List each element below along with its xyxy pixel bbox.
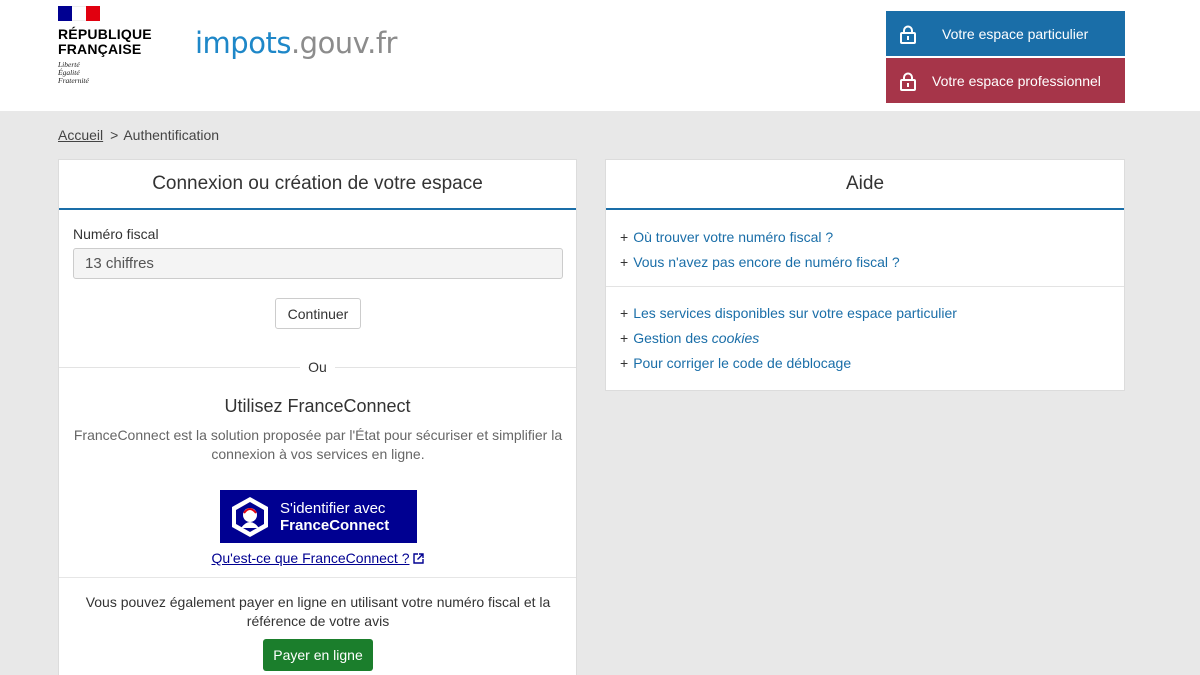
pay-online-button[interactable]: Payer en ligne — [263, 639, 373, 671]
french-flag-icon — [58, 6, 100, 21]
help-link-available-services[interactable]: + Les services disponibles sur votre espa… — [620, 301, 1124, 326]
professional-space-button[interactable]: Votre espace professionnel — [886, 58, 1125, 103]
site-logo[interactable]: impots.gouv.fr — [195, 26, 397, 60]
republic-motto: Liberté Égalité Fraternité — [58, 60, 89, 85]
help-link-unlock-code[interactable]: + Pour corriger le code de déblocage — [620, 351, 1124, 376]
help-link-no-fiscal-number[interactable]: + Vous n'avez pas encore de numéro fiscal… — [620, 250, 1124, 275]
pay-online-description: Vous pouvez également payer en ligne en … — [85, 594, 551, 629]
help-link-cookies[interactable]: + Gestion des cookies — [620, 326, 1124, 351]
breadcrumb: Accueil > Authentification — [58, 127, 219, 143]
lock-icon — [900, 72, 916, 91]
continue-button[interactable]: Continuer — [275, 298, 361, 329]
help-link-find-fiscal-number[interactable]: + Où trouver votre numéro fiscal ? — [620, 225, 1124, 250]
franceconnect-title: Utilisez FranceConnect — [224, 396, 411, 416]
fiscal-number-label: Numéro fiscal — [73, 226, 159, 242]
help-card: Aide + Où trouver votre numéro fiscal ? +… — [605, 159, 1125, 391]
login-card: Connexion ou création de votre espace Nu… — [58, 159, 577, 675]
breadcrumb-separator: > — [110, 127, 119, 143]
login-card-title: Connexion ou création de votre espace — [59, 160, 576, 210]
franceconnect-logo-icon — [232, 496, 268, 537]
franceconnect-description: FranceConnect est la solution proposée p… — [73, 427, 563, 462]
lock-icon — [900, 25, 916, 44]
breadcrumb-current: Authentification — [123, 127, 220, 143]
what-is-franceconnect-link[interactable]: Qu'est-ce que FranceConnect ? — [59, 550, 576, 566]
pay-divider — [59, 577, 576, 578]
or-label: Ou — [300, 359, 335, 375]
republique-francaise-logo[interactable]: RÉPUBLIQUE FRANÇAISE Liberté Égalité Fra… — [58, 6, 168, 85]
franceconnect-button[interactable]: S'identifier avec FranceConnect — [220, 490, 417, 543]
help-list-fiscal: + Où trouver votre numéro fiscal ? + Vous … — [606, 210, 1124, 287]
republic-name: RÉPUBLIQUE FRANÇAISE — [58, 26, 152, 57]
site-header: RÉPUBLIQUE FRANÇAISE Liberté Égalité Fra… — [0, 0, 1200, 111]
fiscal-number-input[interactable] — [73, 248, 563, 279]
breadcrumb-home-link[interactable]: Accueil — [58, 127, 103, 143]
help-list-services: + Les services disponibles sur votre espa… — [606, 287, 1124, 376]
help-card-title: Aide — [606, 160, 1124, 210]
external-link-icon — [412, 553, 424, 564]
particular-space-button[interactable]: Votre espace particulier — [886, 11, 1125, 56]
